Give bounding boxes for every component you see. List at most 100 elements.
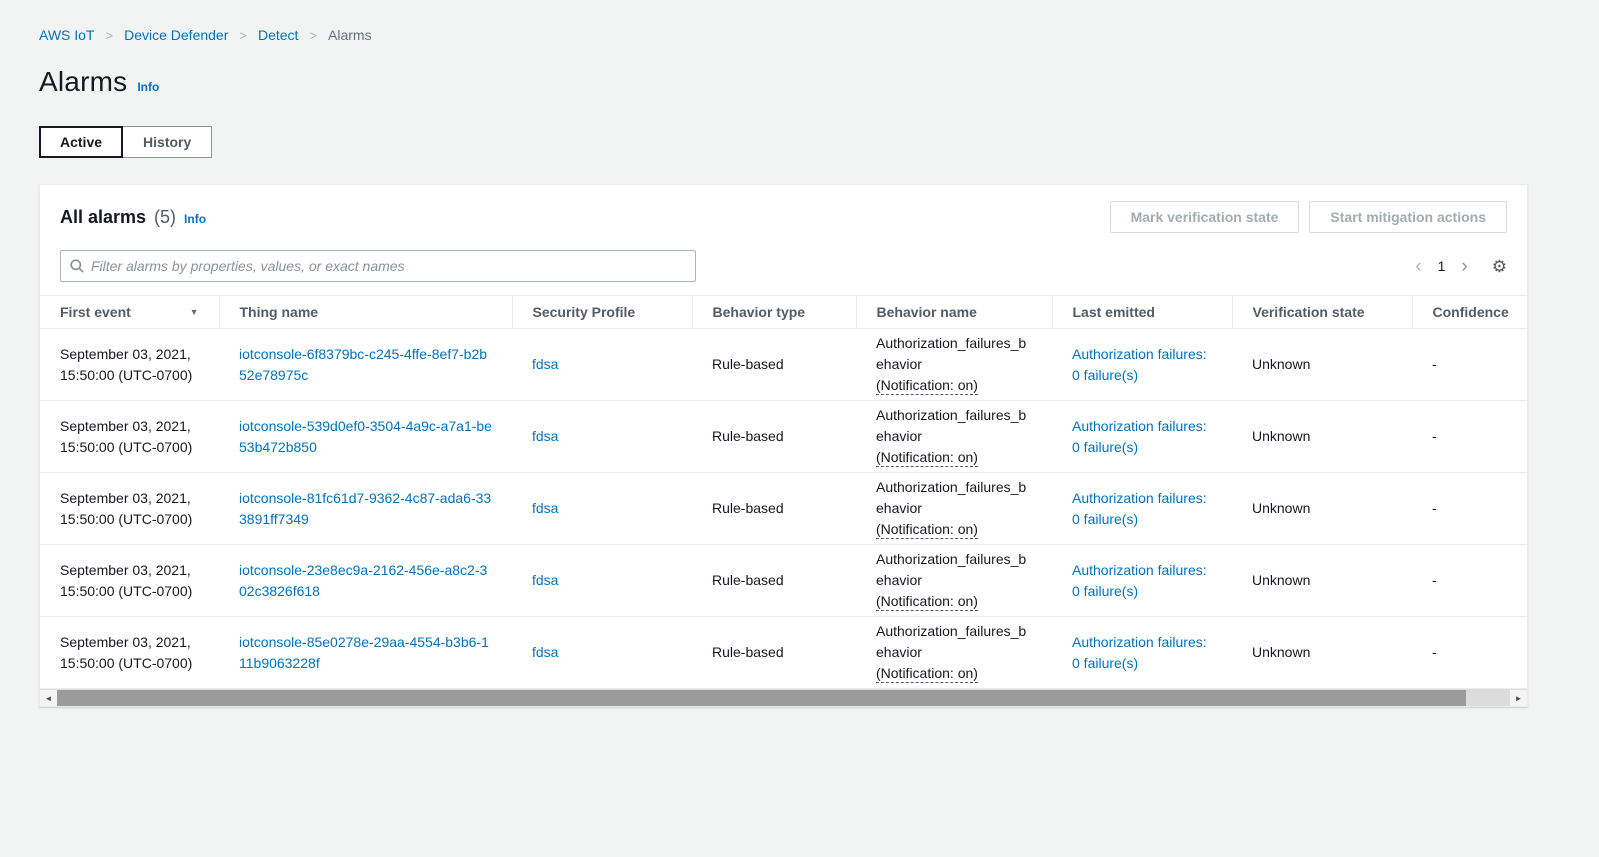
security-profile-cell: fdsa bbox=[512, 401, 692, 473]
behavior-name-text: Authorization_failures_behavior bbox=[876, 407, 1026, 444]
title-row: Alarms Info bbox=[39, 66, 1599, 98]
column-header-thing-name[interactable]: Thing name bbox=[219, 296, 512, 329]
security-profile-link[interactable]: fdsa bbox=[532, 356, 558, 372]
last-emitted-link[interactable]: Authorization failures: 0 failure(s) bbox=[1072, 562, 1207, 599]
breadcrumb-separator-icon: > bbox=[239, 28, 247, 43]
page: AWS IoT > Device Defender > Detect > Ala… bbox=[0, 0, 1599, 707]
last-emitted-link[interactable]: Authorization failures: 0 failure(s) bbox=[1072, 634, 1207, 671]
thing-name-cell: iotconsole-6f8379bc-c245-4ffe-8ef7-b2b52… bbox=[219, 329, 512, 401]
panel-title: All alarms bbox=[60, 207, 146, 228]
search-icon bbox=[69, 258, 85, 274]
behavior-name-cell: Authorization_failures_behavior (Notific… bbox=[856, 473, 1052, 545]
panel-count: (5) bbox=[154, 207, 176, 228]
mark-verification-state-button[interactable]: Mark verification state bbox=[1110, 201, 1300, 233]
thing-name-link[interactable]: iotconsole-23e8ec9a-2162-456e-a8c2-302c3… bbox=[239, 562, 487, 599]
behavior-type-cell: Rule-based bbox=[692, 473, 856, 545]
security-profile-link[interactable]: fdsa bbox=[532, 428, 558, 444]
table-row: September 03, 2021, 15:50:00 (UTC-0700) … bbox=[40, 545, 1529, 617]
first-event-cell: September 03, 2021, 15:50:00 (UTC-0700) bbox=[40, 617, 219, 689]
confidence-cell: - bbox=[1412, 329, 1529, 401]
breadcrumb-link-aws-iot[interactable]: AWS IoT bbox=[39, 27, 95, 43]
behavior-name-text: Authorization_failures_behavior bbox=[876, 335, 1026, 372]
notification-status-text[interactable]: (Notification: on) bbox=[876, 521, 978, 539]
thing-name-link[interactable]: iotconsole-6f8379bc-c245-4ffe-8ef7-b2b52… bbox=[239, 346, 487, 383]
last-emitted-cell: Authorization failures: 0 failure(s) bbox=[1052, 401, 1232, 473]
last-emitted-link[interactable]: Authorization failures: 0 failure(s) bbox=[1072, 490, 1207, 527]
column-header-first-event[interactable]: First event ▼ bbox=[40, 296, 219, 329]
behavior-type-cell: Rule-based bbox=[692, 617, 856, 689]
last-emitted-cell: Authorization failures: 0 failure(s) bbox=[1052, 617, 1232, 689]
behavior-type-cell: Rule-based bbox=[692, 329, 856, 401]
scrollbar-track[interactable] bbox=[57, 690, 1510, 706]
verification-state-cell: Unknown bbox=[1232, 473, 1412, 545]
security-profile-cell: fdsa bbox=[512, 473, 692, 545]
previous-page-button[interactable]: ‹ bbox=[1413, 257, 1423, 276]
filter-alarms-input[interactable] bbox=[91, 258, 687, 274]
behavior-name-cell: Authorization_failures_behavior (Notific… bbox=[856, 329, 1052, 401]
tab-history[interactable]: History bbox=[122, 126, 212, 158]
behavior-name-text: Authorization_failures_behavior bbox=[876, 551, 1026, 588]
behavior-name-cell: Authorization_failures_behavior (Notific… bbox=[856, 617, 1052, 689]
start-mitigation-actions-button[interactable]: Start mitigation actions bbox=[1309, 201, 1507, 233]
notification-status-text[interactable]: (Notification: on) bbox=[876, 665, 978, 683]
behavior-name-cell: Authorization_failures_behavior (Notific… bbox=[856, 401, 1052, 473]
breadcrumb-link-device-defender[interactable]: Device Defender bbox=[124, 27, 228, 43]
page-info-link[interactable]: Info bbox=[137, 80, 159, 94]
security-profile-link[interactable]: fdsa bbox=[532, 572, 558, 588]
horizontal-scrollbar: ◄ ► bbox=[40, 689, 1527, 706]
column-header-last-emitted[interactable]: Last emitted bbox=[1052, 296, 1232, 329]
confidence-cell: - bbox=[1412, 545, 1529, 617]
security-profile-cell: fdsa bbox=[512, 545, 692, 617]
panel-header: All alarms (5) Info Mark verification st… bbox=[40, 185, 1527, 239]
thing-name-link[interactable]: iotconsole-85e0278e-29aa-4554-b3b6-111b9… bbox=[239, 634, 489, 671]
last-emitted-link[interactable]: Authorization failures: 0 failure(s) bbox=[1072, 346, 1207, 383]
column-header-security-profile[interactable]: Security Profile bbox=[512, 296, 692, 329]
page-title: Alarms bbox=[39, 66, 127, 98]
next-page-button[interactable]: › bbox=[1459, 257, 1469, 276]
table-row: September 03, 2021, 15:50:00 (UTC-0700) … bbox=[40, 329, 1529, 401]
scroll-right-icon[interactable]: ► bbox=[1510, 690, 1527, 706]
column-header-label: First event bbox=[60, 304, 131, 320]
thing-name-link[interactable]: iotconsole-539d0ef0-3504-4a9c-a7a1-be53b… bbox=[239, 418, 492, 455]
verification-state-cell: Unknown bbox=[1232, 329, 1412, 401]
settings-gear-icon[interactable]: ⚙ bbox=[1492, 258, 1507, 275]
notification-status-text[interactable]: (Notification: on) bbox=[876, 449, 978, 467]
table-header-row: First event ▼ Thing name Security Profil… bbox=[40, 296, 1529, 329]
thing-name-cell: iotconsole-81fc61d7-9362-4c87-ada6-33389… bbox=[219, 473, 512, 545]
verification-state-cell: Unknown bbox=[1232, 401, 1412, 473]
panel-info-link[interactable]: Info bbox=[184, 212, 206, 226]
thing-name-link[interactable]: iotconsole-81fc61d7-9362-4c87-ada6-33389… bbox=[239, 490, 491, 527]
verification-state-cell: Unknown bbox=[1232, 617, 1412, 689]
column-header-behavior-name[interactable]: Behavior name bbox=[856, 296, 1052, 329]
notification-status-text[interactable]: (Notification: on) bbox=[876, 593, 978, 611]
table-row: September 03, 2021, 15:50:00 (UTC-0700) … bbox=[40, 473, 1529, 545]
first-event-cell: September 03, 2021, 15:50:00 (UTC-0700) bbox=[40, 329, 219, 401]
tab-active[interactable]: Active bbox=[39, 126, 123, 158]
last-emitted-link[interactable]: Authorization failures: 0 failure(s) bbox=[1072, 418, 1207, 455]
confidence-cell: - bbox=[1412, 617, 1529, 689]
last-emitted-cell: Authorization failures: 0 failure(s) bbox=[1052, 545, 1232, 617]
pagination: ‹ 1 › ⚙ bbox=[1413, 257, 1507, 276]
scroll-left-icon[interactable]: ◄ bbox=[40, 690, 57, 706]
security-profile-cell: fdsa bbox=[512, 329, 692, 401]
security-profile-cell: fdsa bbox=[512, 617, 692, 689]
alarms-table: First event ▼ Thing name Security Profil… bbox=[40, 295, 1529, 689]
scrollbar-thumb[interactable] bbox=[57, 690, 1466, 706]
last-emitted-cell: Authorization failures: 0 failure(s) bbox=[1052, 329, 1232, 401]
security-profile-link[interactable]: fdsa bbox=[532, 644, 558, 660]
thing-name-cell: iotconsole-23e8ec9a-2162-456e-a8c2-302c3… bbox=[219, 545, 512, 617]
column-header-behavior-type[interactable]: Behavior type bbox=[692, 296, 856, 329]
column-header-verification-state[interactable]: Verification state bbox=[1232, 296, 1412, 329]
security-profile-link[interactable]: fdsa bbox=[532, 500, 558, 516]
thing-name-cell: iotconsole-85e0278e-29aa-4554-b3b6-111b9… bbox=[219, 617, 512, 689]
all-alarms-panel: All alarms (5) Info Mark verification st… bbox=[39, 184, 1528, 707]
filter-box bbox=[60, 250, 696, 282]
page-number-button[interactable]: 1 bbox=[1438, 258, 1446, 274]
notification-status-text[interactable]: (Notification: on) bbox=[876, 377, 978, 395]
breadcrumb-separator-icon: > bbox=[309, 28, 317, 43]
breadcrumb-separator-icon: > bbox=[106, 28, 114, 43]
breadcrumb-link-detect[interactable]: Detect bbox=[258, 27, 298, 43]
last-emitted-cell: Authorization failures: 0 failure(s) bbox=[1052, 473, 1232, 545]
column-header-confidence[interactable]: Confidence bbox=[1412, 296, 1529, 329]
breadcrumb-current: Alarms bbox=[328, 27, 372, 43]
